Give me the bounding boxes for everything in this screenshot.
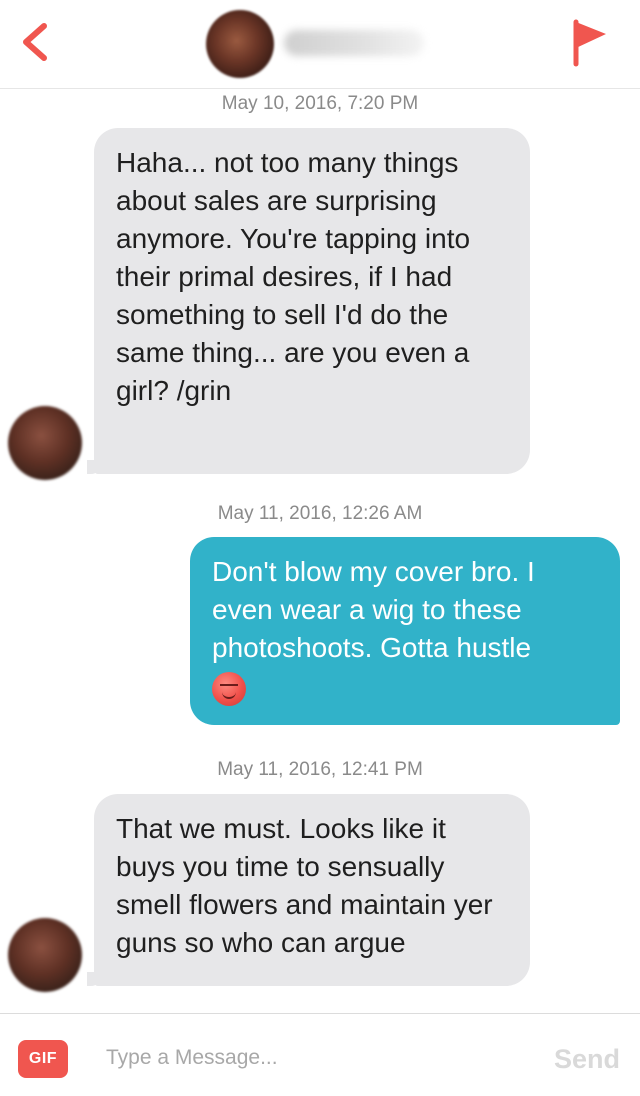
report-button[interactable] <box>566 16 614 68</box>
message-composer: GIF Send <box>0 1013 640 1096</box>
smirk-emoji-icon <box>212 671 246 706</box>
match-avatar[interactable] <box>206 10 274 78</box>
chevron-left-icon <box>23 23 47 61</box>
sender-avatar[interactable] <box>8 918 82 992</box>
message-text: That we must. Looks like it buys you tim… <box>116 813 493 958</box>
message-timestamp: May 10, 2016, 7:20 PM <box>221 93 419 114</box>
incoming-message-bubble[interactable]: That we must. Looks like it buys you tim… <box>87 794 530 986</box>
message-text: Don't blow my cover bro. I even wear a w… <box>212 556 535 663</box>
message-timestamp: May 11, 2016, 12:26 AM <box>217 503 423 524</box>
chat-header <box>0 0 640 89</box>
gif-button[interactable]: GIF <box>18 1040 68 1078</box>
match-name-redacted <box>284 30 424 56</box>
message-input[interactable] <box>92 1036 512 1080</box>
message-text: Haha... not too many things about sales … <box>116 147 471 406</box>
outgoing-message-bubble[interactable]: Don't blow my cover bro. I even wear a w… <box>190 537 620 725</box>
back-button[interactable] <box>14 16 58 68</box>
message-timestamp: May 11, 2016, 12:41 PM <box>217 759 423 780</box>
incoming-message-bubble[interactable]: Haha... not too many things about sales … <box>87 128 530 474</box>
flag-icon <box>573 19 606 67</box>
send-button[interactable]: Send <box>540 1040 630 1078</box>
sender-avatar[interactable] <box>8 406 82 480</box>
